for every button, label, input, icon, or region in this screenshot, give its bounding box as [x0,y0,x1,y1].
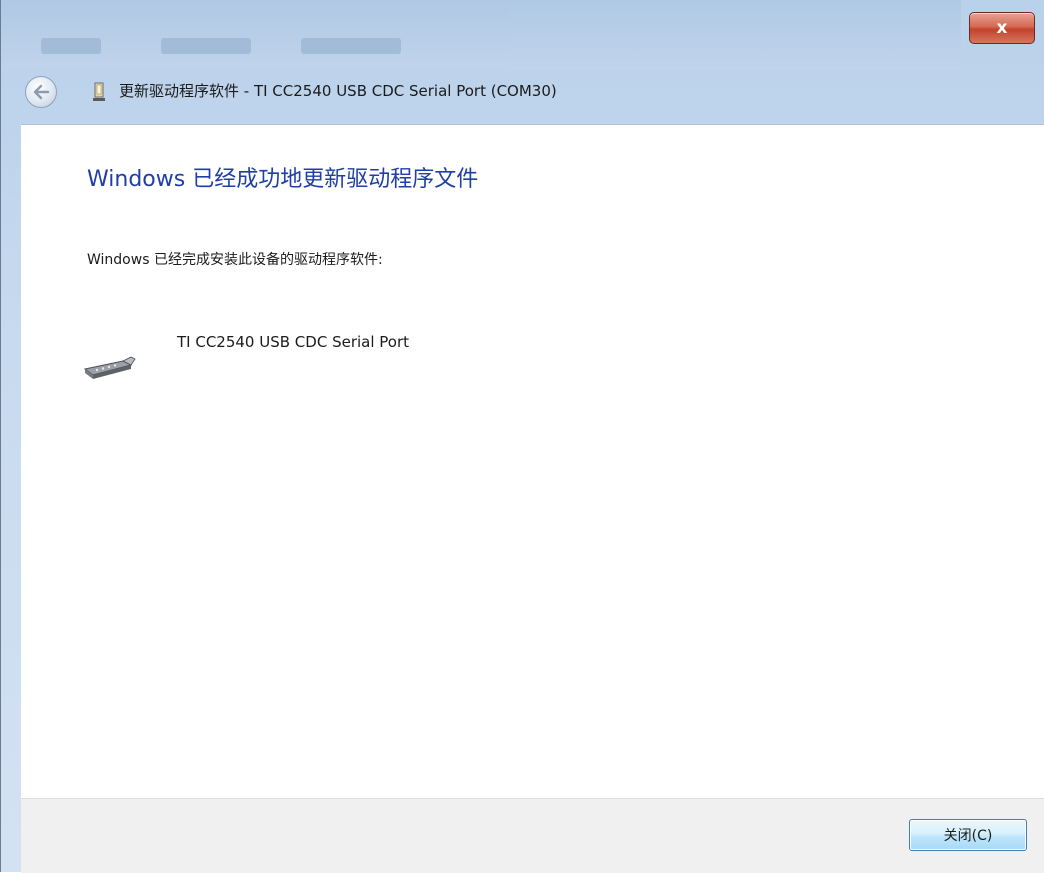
page-title: Windows 已经成功地更新驱动程序文件 [87,167,479,192]
background-toolbar-blob [301,38,401,54]
device-name: TI CC2540 USB CDC Serial Port [177,333,410,351]
status-message: Windows 已经完成安装此设备的驱动程序软件: [87,252,383,268]
back-button[interactable] [25,76,57,108]
background-window-chrome [1,0,961,70]
background-toolbar-blob [41,38,101,54]
background-toolbar-blob [161,38,251,54]
title-bar: 更新驱动程序软件 - TI CC2540 USB CDC Serial Port… [1,70,1044,114]
window-title: 更新驱动程序软件 - TI CC2540 USB CDC Serial Port… [119,82,557,100]
window-close-button[interactable]: x [969,12,1035,44]
wizard-footer: 关闭(C) [21,798,1044,873]
device-icon [93,82,105,101]
serial-port-icon [83,356,136,379]
close-button[interactable]: 关闭(C) [909,819,1027,851]
back-arrow-icon [33,84,50,100]
close-icon: x [996,18,1008,38]
wizard-content: Windows 已经成功地更新驱动程序文件 Windows 已经完成安装此设备的… [21,124,1044,799]
update-driver-window: x 更新驱动程序软件 - TI CC2540 USB CDC Serial Po… [0,0,1044,873]
